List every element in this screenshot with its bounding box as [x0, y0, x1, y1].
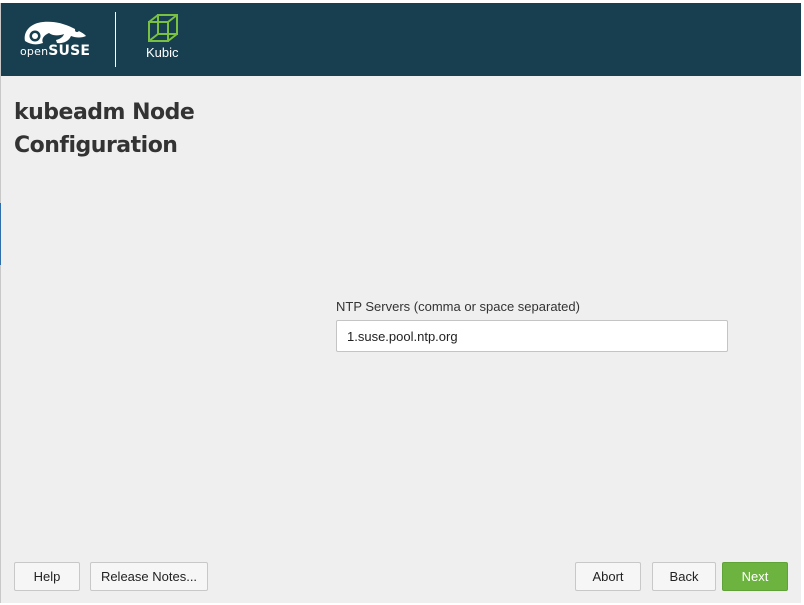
release-notes-button[interactable]: Release Notes...	[90, 562, 208, 591]
product-name: Kubic	[146, 45, 179, 60]
header-divider	[115, 12, 116, 67]
opensuse-logo: openSUSE	[19, 17, 91, 63]
page-title-line-2: Configuration	[14, 133, 178, 158]
page-title-line-1: kubeadm Node	[14, 100, 195, 125]
abort-button[interactable]: Abort	[575, 562, 641, 591]
page-title: kubeadm Node Configuration	[14, 96, 274, 162]
ntp-servers-input[interactable]	[336, 320, 728, 352]
opensuse-wordmark: openSUSE	[20, 43, 91, 59]
header-banner: openSUSE Kubic	[1, 3, 801, 76]
installer-window: openSUSE Kubic kubeadm Node Configuratio…	[1, 3, 801, 603]
next-button[interactable]: Next	[722, 562, 788, 591]
help-button[interactable]: Help	[14, 562, 80, 591]
kubic-cube-icon	[148, 14, 178, 42]
back-button[interactable]: Back	[652, 562, 716, 591]
ntp-servers-label: NTP Servers (comma or space separated)	[336, 299, 580, 314]
